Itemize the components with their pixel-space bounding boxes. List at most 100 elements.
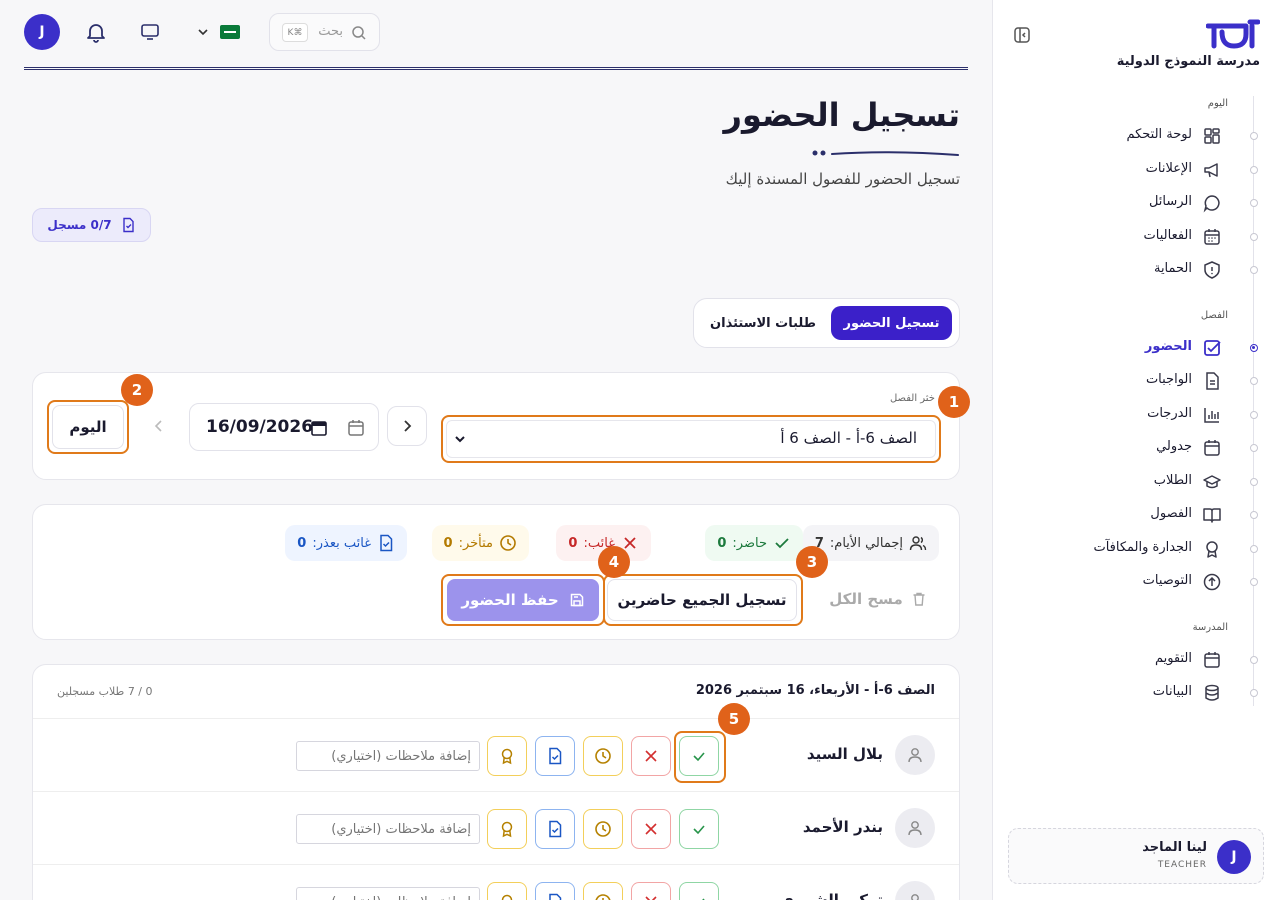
chevron-down-icon — [455, 436, 465, 443]
sidebar-item-dashboard[interactable]: لوحة التحكم — [1014, 122, 1258, 150]
student-avatar — [895, 808, 935, 848]
student-row: بلال السيد — [33, 719, 959, 792]
sidebar-item-recommendations[interactable]: التوصيات — [1014, 568, 1258, 596]
user-name: لينا الماجد — [1142, 840, 1207, 855]
tab-record-attendance[interactable]: تسجيل الحضور — [831, 306, 952, 340]
page-subtitle: تسجيل الحضور للفصول المسندة إليك — [725, 170, 960, 188]
calendar-picker-icon[interactable] — [310, 419, 328, 437]
award-merit-button[interactable] — [487, 809, 527, 849]
award-icon — [501, 821, 513, 838]
student-name: بلال السيد — [806, 745, 883, 763]
file-check-icon — [549, 893, 562, 900]
mark-late-button[interactable] — [583, 809, 623, 849]
stat-present: حاضر: 0 — [705, 525, 803, 561]
award-icon — [501, 748, 513, 765]
notes-input[interactable] — [296, 887, 480, 900]
chat-icon — [1203, 195, 1220, 213]
next-day-button[interactable] — [387, 406, 427, 446]
sidebar-item-messages[interactable]: الرسائل — [1014, 189, 1258, 217]
student-name: تركي الشمري — [779, 891, 883, 900]
filter-panel: خثر الفصل الصف 6-أ - الصف 6 أ 16/09/2026… — [32, 372, 960, 480]
user-card[interactable]: J لينا الماجد TEACHER — [1008, 828, 1264, 884]
sidebar-item-merit[interactable]: الجدارة والمكافآت — [1014, 535, 1258, 563]
mark-all-present-button[interactable]: تسجيل الجميع حاضرين — [607, 579, 797, 621]
marker-4: 4 — [598, 546, 630, 578]
today-button[interactable]: اليوم — [52, 405, 124, 449]
check-icon — [693, 752, 705, 762]
student-avatar — [895, 735, 935, 775]
notes-input[interactable] — [296, 741, 480, 771]
date-input[interactable]: 16/09/2026 — [189, 403, 379, 451]
clock-icon — [500, 535, 516, 551]
marker-3: 3 — [796, 546, 828, 578]
bar-chart-icon — [1204, 408, 1219, 423]
mark-late-button[interactable] — [583, 736, 623, 776]
chevron-right-icon — [404, 420, 412, 432]
mark-late-button[interactable] — [583, 882, 623, 900]
school-logo-icon — [1206, 19, 1260, 49]
class-select[interactable]: الصف 6-أ - الصف 6 أ — [441, 415, 941, 463]
list-title: الصف 6-أ - الأربعاء، 16 سبتمبر 2026 — [695, 683, 935, 698]
marker-2: 2 — [121, 374, 153, 406]
date-value: 16/09/2026 — [206, 417, 314, 437]
collapse-sidebar-icon[interactable] — [1013, 26, 1031, 44]
sidebar-item-schedule[interactable]: جدولي — [1014, 434, 1258, 462]
sidebar-item-events[interactable]: الفعاليات — [1014, 223, 1258, 251]
language-selector[interactable] — [196, 22, 242, 42]
calendar-icon — [348, 420, 364, 436]
x-icon — [645, 823, 657, 835]
graduation-cap-icon — [1203, 475, 1221, 489]
notes-input[interactable] — [296, 814, 480, 844]
award-merit-button[interactable] — [487, 736, 527, 776]
monitor-icon[interactable] — [140, 22, 160, 42]
mark-present-button[interactable] — [679, 882, 719, 900]
clear-all-button[interactable]: مسح الكل — [819, 579, 937, 619]
sidebar-item-data[interactable]: البيانات — [1014, 679, 1258, 707]
save-attendance-button[interactable]: حفظ الحضور — [447, 579, 599, 621]
mark-excused-button[interactable] — [535, 882, 575, 900]
mark-excused-button[interactable] — [535, 809, 575, 849]
sidebar-item-homework[interactable]: الواجبات — [1014, 367, 1258, 395]
bell-icon[interactable] — [84, 20, 108, 44]
tabs: تسجيل الحضور طلبات الاستئذان — [693, 298, 960, 348]
document-icon — [1206, 372, 1219, 390]
mark-excused-button[interactable] — [535, 736, 575, 776]
sidebar-item-calendar[interactable]: التقويم — [1014, 646, 1258, 674]
clock-icon — [595, 821, 611, 837]
search-icon — [352, 26, 366, 40]
search-shortcut: K⌘ — [282, 23, 308, 42]
mark-present-button[interactable] — [679, 809, 719, 849]
file-check-icon — [549, 820, 562, 838]
book-icon — [1203, 508, 1221, 523]
calendar-icon — [1204, 652, 1220, 668]
sidebar-item-students[interactable]: الطلاب — [1014, 468, 1258, 496]
tab-leave-requests[interactable]: طلبات الاستئذان — [703, 306, 823, 340]
award-merit-button[interactable] — [487, 882, 527, 900]
save-icon — [570, 593, 583, 607]
student-name: بندر الأحمد — [802, 818, 883, 836]
sidebar-item-attendance[interactable]: الحضور — [1014, 334, 1258, 362]
user-icon — [908, 821, 922, 836]
class-select-value: الصف 6-أ - الصف 6 أ — [780, 429, 917, 447]
mark-absent-button[interactable] — [631, 882, 671, 900]
student-list-panel: الصف 6-أ - الأربعاء، 16 سبتمبر 2026 0 / … — [32, 664, 960, 900]
stat-late: متأخر: 0 — [431, 525, 529, 561]
sidebar-item-announcements[interactable]: الإعلانات — [1014, 156, 1258, 184]
today-highlight: اليوم — [47, 400, 129, 454]
student-row: بندر الأحمد — [33, 792, 959, 865]
search-placeholder: بحث — [318, 24, 343, 39]
award-icon — [501, 894, 513, 900]
saudi-flag-icon — [220, 25, 240, 39]
sidebar-item-grades[interactable]: الدرجات — [1014, 401, 1258, 429]
sidebar-item-classes[interactable]: الفصول — [1014, 501, 1258, 529]
check-icon — [702, 898, 705, 900]
mark-present-button[interactable] — [679, 736, 719, 776]
topbar-avatar[interactable]: J — [24, 14, 60, 50]
mark-absent-button[interactable] — [631, 736, 671, 776]
sidebar-item-protection[interactable]: الحماية — [1014, 256, 1258, 284]
search-input[interactable]: بحث K⌘ — [269, 13, 380, 51]
previous-day-button[interactable] — [139, 406, 179, 446]
mark-absent-button[interactable] — [631, 809, 671, 849]
stat-excused: غائب بعذر: 0 — [285, 525, 407, 561]
topbar: J بحث K⌘ — [24, 0, 968, 70]
